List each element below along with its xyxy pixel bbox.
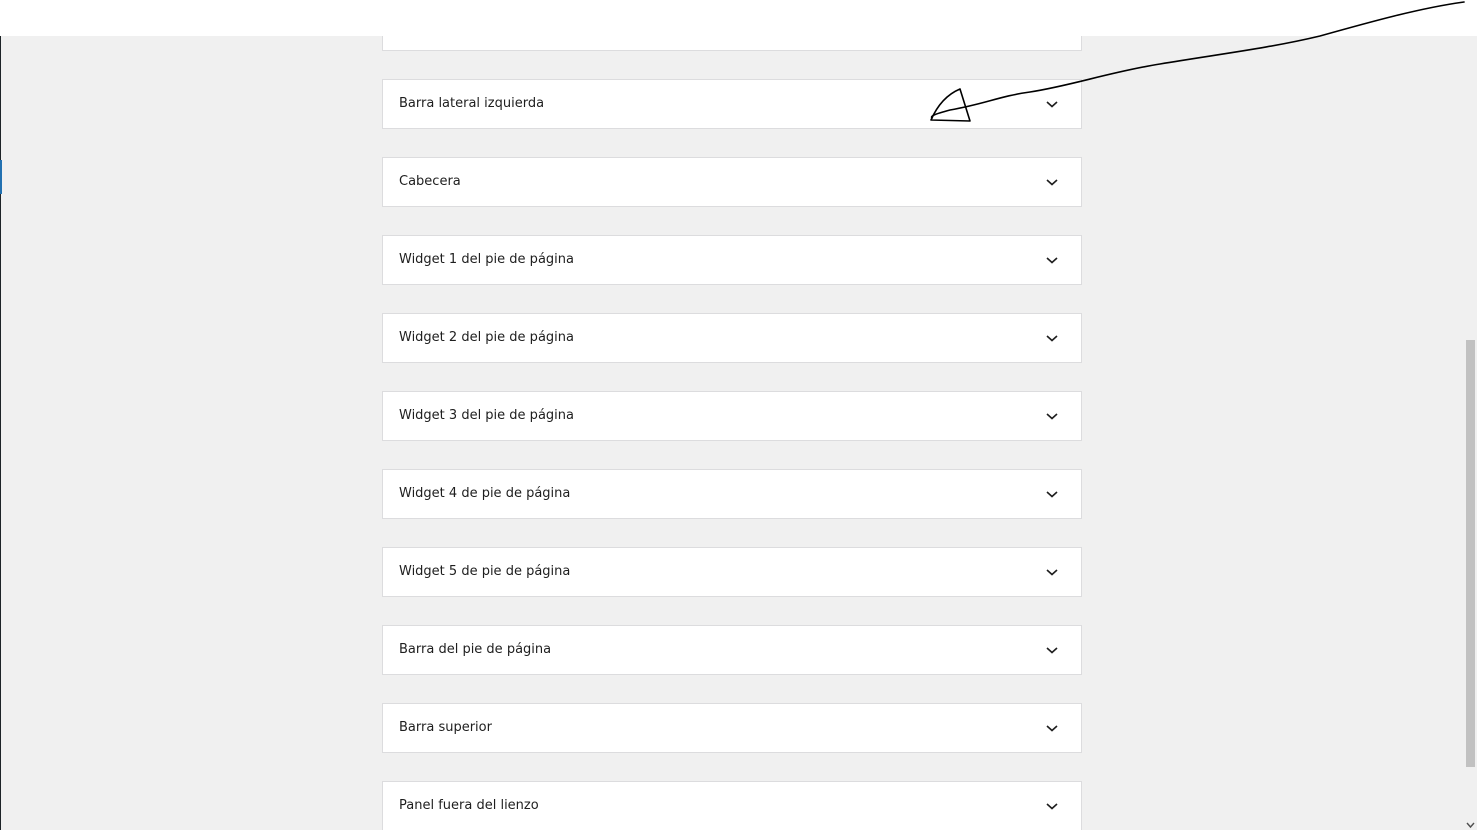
widget-area-list: Barra lateral izquierda Cabecera Widget … [382,0,1082,830]
widget-area-panel-widget-4[interactable]: Widget 4 de pie de página [382,469,1082,519]
scroll-down-arrow-icon[interactable] [1465,821,1476,829]
panel-title: Widget 2 del pie de página [399,330,574,345]
panel-title: Panel fuera del lienzo [399,798,539,813]
chevron-down-icon[interactable] [1045,799,1059,813]
vertical-scrollbar[interactable] [1464,36,1477,830]
panel-title: Barra superior [399,720,492,735]
chevron-down-icon[interactable] [1045,409,1059,423]
chevron-down-icon[interactable] [1045,721,1059,735]
left-edge-accent [0,160,2,194]
chevron-down-icon[interactable] [1045,487,1059,501]
panel-title: Widget 4 de pie de página [399,486,571,501]
widget-area-panel-barra-superior[interactable]: Barra superior [382,703,1082,753]
chevron-down-icon[interactable] [1045,253,1059,267]
panel-title: Barra del pie de página [399,642,552,657]
chevron-down-icon[interactable] [1045,97,1059,111]
widget-area-panel-barra-del-pie[interactable]: Barra del pie de página [382,625,1082,675]
widget-area-panel-widget-1[interactable]: Widget 1 del pie de página [382,235,1082,285]
widget-area-panel-cabecera[interactable]: Cabecera [382,157,1082,207]
scrollbar-thumb[interactable] [1466,340,1475,767]
chevron-down-icon[interactable] [1045,331,1059,345]
widget-area-panel-widget-3[interactable]: Widget 3 del pie de página [382,391,1082,441]
left-edge-divider [0,36,1,830]
panel-title: Barra lateral izquierda [399,96,545,111]
chevron-down-icon[interactable] [1045,565,1059,579]
widget-area-panel-widget-2[interactable]: Widget 2 del pie de página [382,313,1082,363]
widget-area-panel-widget-5[interactable]: Widget 5 de pie de página [382,547,1082,597]
widget-area-panel-barra-lateral-izquierda[interactable]: Barra lateral izquierda [382,79,1082,129]
chevron-down-icon[interactable] [1045,643,1059,657]
customizer-widget-areas-page: Barra lateral izquierda Cabecera Widget … [0,0,1477,830]
panel-title: Widget 1 del pie de página [399,252,574,267]
chevron-down-icon[interactable] [1045,175,1059,189]
panel-title: Widget 3 del pie de página [399,408,574,423]
widget-area-panel-fuera-del-lienzo[interactable]: Panel fuera del lienzo [382,781,1082,830]
top-bar [0,0,1477,36]
panel-title: Cabecera [399,174,461,189]
panel-title: Widget 5 de pie de página [399,564,571,579]
